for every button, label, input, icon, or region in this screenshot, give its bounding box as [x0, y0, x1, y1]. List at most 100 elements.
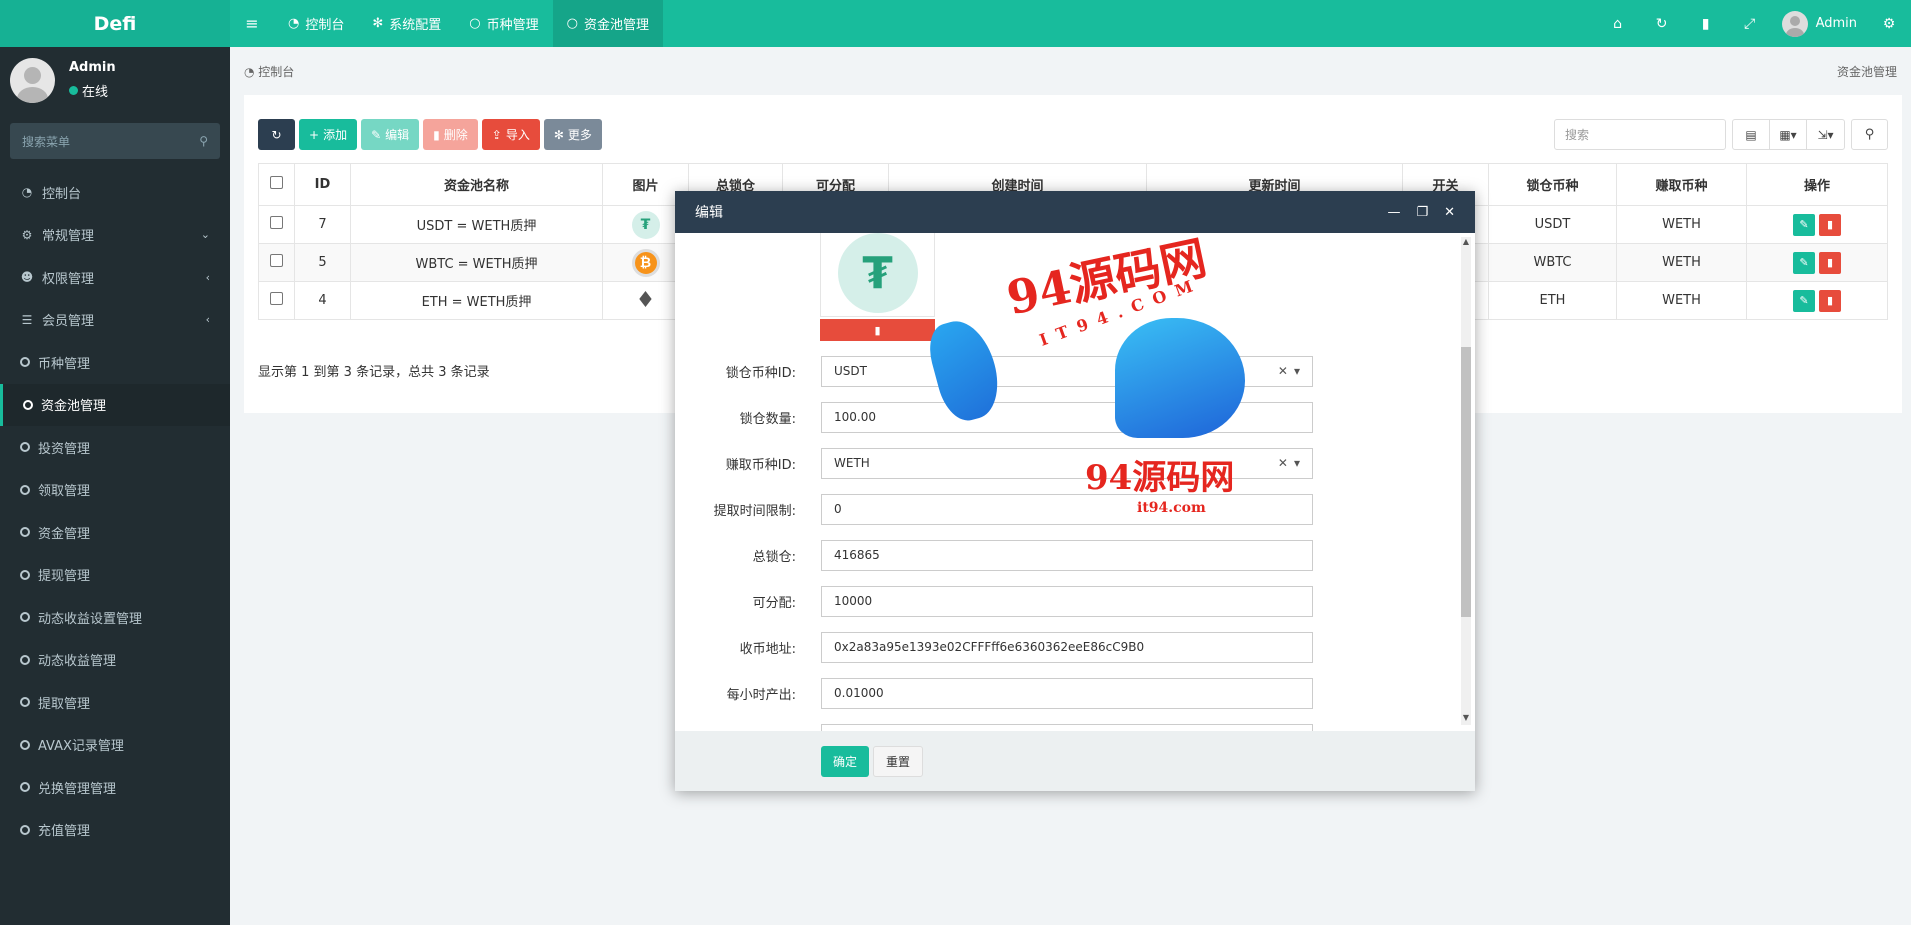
trash-icon[interactable]: ▮: [1684, 0, 1728, 47]
topnav-tab-system-config[interactable]: ✻ 系统配置: [358, 0, 455, 47]
form-row-total-lock: 总锁仓: 416865: [675, 539, 1475, 571]
usdt-coin-icon: ₮: [837, 233, 918, 313]
lock-amount-input[interactable]: 100.00: [821, 401, 1313, 433]
home-icon[interactable]: ⌂: [1596, 0, 1640, 47]
row-delete-button[interactable]: ▮: [1819, 289, 1841, 312]
trash-icon: ▮: [874, 323, 881, 337]
col-header[interactable]: 资金池名称: [350, 163, 603, 206]
scroll-up-icon[interactable]: ▲: [1461, 237, 1471, 249]
list-icon: ☰: [21, 312, 33, 327]
earn-coin-select[interactable]: WETH ✕ ▾: [821, 447, 1313, 479]
close-icon[interactable]: ✕: [1444, 205, 1455, 220]
modal-scrollbar[interactable]: ▲ ▼: [1461, 237, 1471, 725]
export-icon[interactable]: ⇲▾: [1807, 120, 1844, 149]
sidebar-item-dynamic-settings[interactable]: 动态收益设置管理: [0, 596, 230, 639]
row-delete-button[interactable]: ▮: [1819, 251, 1841, 274]
sidebar-item-coin[interactable]: 币种管理: [0, 341, 230, 384]
sidebar-search-input[interactable]: 搜索菜单 ⚲: [10, 123, 220, 159]
distributable-input[interactable]: 10000: [821, 585, 1313, 617]
lock-coin-select[interactable]: USDT ✕ ▾: [821, 355, 1313, 387]
search-icon[interactable]: ⚲: [199, 134, 208, 148]
sidebar-item-member[interactable]: ☰ 会员管理 ‹: [0, 299, 230, 342]
sidebar-item-extract[interactable]: 提取管理: [0, 681, 230, 724]
row-edit-button[interactable]: ✎: [1793, 213, 1815, 236]
sidebar-item-funds[interactable]: 资金管理: [0, 511, 230, 554]
user-name: Admin: [1815, 16, 1857, 31]
row-edit-button[interactable]: ✎: [1793, 251, 1815, 274]
delete-button[interactable]: ▮ 删除: [423, 119, 478, 150]
sidebar-item-claim[interactable]: 领取管理: [0, 469, 230, 512]
settings-cogs-icon[interactable]: ⚙: [1867, 0, 1911, 47]
chevron-left-icon: ‹: [205, 313, 210, 327]
table-search-input[interactable]: 搜索: [1554, 119, 1726, 150]
minimize-icon[interactable]: —: [1387, 205, 1400, 220]
table-toolbar: ↻ + 添加 ✎ 编辑 ▮ 删除 ⇪ 导入 ✻ 更多: [258, 119, 602, 150]
row-checkbox[interactable]: [270, 216, 283, 229]
refresh-icon[interactable]: ↻: [1640, 0, 1684, 47]
cell-lock-coin: WBTC: [1488, 243, 1617, 282]
circle-icon: [20, 739, 30, 750]
sidebar-item-recharge[interactable]: 充值管理: [0, 809, 230, 852]
btc-coin-icon[interactable]: ₿: [631, 248, 660, 277]
more-button[interactable]: ✻ 更多: [543, 119, 602, 150]
scroll-down-icon[interactable]: ▼: [1461, 713, 1471, 725]
columns-icon[interactable]: ▦▾: [1770, 120, 1807, 149]
col-header: 赚取币种: [1616, 163, 1747, 206]
scroll-thumb[interactable]: [1461, 347, 1471, 617]
topnav-tab-dashboard[interactable]: ◔ 控制台: [274, 0, 358, 47]
receive-address-input[interactable]: 0x2a83a95e1393e02CFFFff6e6360362eeE86cC9…: [821, 631, 1313, 663]
image-delete-button[interactable]: ▮: [820, 319, 935, 341]
plus-icon: +: [309, 127, 320, 142]
sidebar-item-dynamic-income[interactable]: 动态收益管理: [0, 639, 230, 682]
sidebar-item-auth[interactable]: ☻ 权限管理 ‹: [0, 256, 230, 299]
user-menu[interactable]: Admin: [1772, 10, 1867, 37]
list-view-icon[interactable]: ▤: [1733, 120, 1770, 149]
total-lock-input[interactable]: 416865: [821, 539, 1313, 571]
clear-icon[interactable]: ✕: [1278, 456, 1288, 470]
row-edit-button[interactable]: ✎: [1793, 289, 1815, 312]
import-button[interactable]: ⇪ 导入: [481, 119, 540, 150]
fullscreen-icon[interactable]: ⤢: [1728, 0, 1772, 47]
caret-down-icon[interactable]: ▾: [1294, 364, 1300, 378]
sidebar-item-invest[interactable]: 投资管理: [0, 426, 230, 469]
usdt-coin-icon[interactable]: ₮: [631, 210, 660, 239]
clear-icon[interactable]: ✕: [1278, 364, 1288, 378]
edit-button[interactable]: ✎ 编辑: [361, 119, 420, 150]
sidebar-item-avax[interactable]: AVAX记录管理: [0, 724, 230, 767]
eth-coin-icon[interactable]: ♦: [632, 287, 660, 315]
caret-down-icon[interactable]: ▾: [1294, 456, 1300, 470]
reset-button[interactable]: 重置: [873, 745, 924, 777]
add-button[interactable]: + 添加: [299, 119, 358, 150]
hourly-output-input[interactable]: 0.01000: [821, 677, 1313, 709]
sidebar-item-exchange[interactable]: 兑换管理管理: [0, 766, 230, 809]
refresh-button[interactable]: ↻: [258, 119, 295, 150]
sidebar-item-pool[interactable]: 资金池管理: [0, 383, 230, 426]
row-delete-button[interactable]: ▮: [1819, 213, 1841, 236]
col-header[interactable]: ID: [294, 163, 351, 206]
breadcrumb-home[interactable]: 控制台: [258, 65, 294, 79]
modal-header: 编辑 — ❐ ✕: [675, 191, 1475, 233]
sidebar-item-withdraw[interactable]: 提现管理: [0, 554, 230, 597]
circle-icon: ○: [469, 16, 481, 31]
sidebar-menu: ◔ 控制台 ⚙ 常规管理 ⌄ ☻ 权限管理 ‹ ☰ 会员管理 ‹ 币种管理 资金池管理 投资管…: [0, 171, 230, 851]
row-checkbox[interactable]: [270, 254, 283, 267]
confirm-button[interactable]: 确定: [821, 745, 870, 777]
form-row-partial: [675, 723, 1475, 731]
sidebar-toggle-button[interactable]: ≡: [230, 0, 274, 47]
form-row-distributable: 可分配: 10000: [675, 585, 1475, 617]
maximize-icon[interactable]: ❐: [1416, 205, 1428, 220]
sidebar-item-dashboard[interactable]: ◔ 控制台: [0, 171, 230, 214]
breadcrumb-current: 资金池管理: [1836, 64, 1897, 79]
topnav-tab-coin-manage[interactable]: ○ 币种管理: [455, 0, 552, 47]
withdraw-limit-input[interactable]: 0: [821, 493, 1313, 525]
search-button[interactable]: ⚲: [1851, 119, 1888, 150]
modal-footer: 确定 重置: [675, 731, 1475, 791]
topnav-tab-pool-manage[interactable]: ○ 资金池管理: [552, 0, 663, 47]
next-field-input[interactable]: [821, 723, 1313, 731]
select-all-checkbox[interactable]: [270, 176, 283, 189]
app-logo[interactable]: Defi: [0, 0, 230, 47]
field-label: 可分配:: [752, 595, 796, 611]
row-checkbox[interactable]: [270, 292, 283, 305]
sidebar-item-general[interactable]: ⚙ 常规管理 ⌄: [0, 214, 230, 257]
view-toggle-group: ▤ ▦▾ ⇲▾: [1732, 119, 1845, 150]
